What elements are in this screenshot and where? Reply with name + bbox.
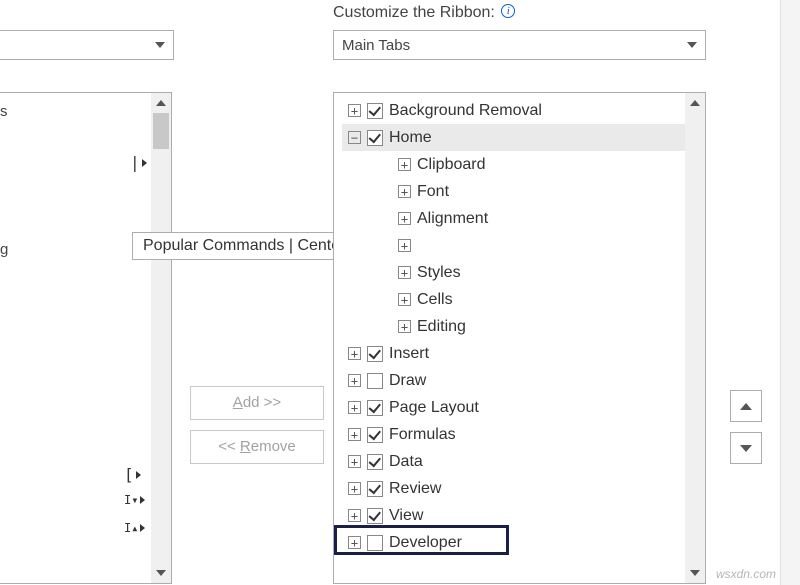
tree-item-label: Page Layout (389, 399, 479, 417)
remove-button[interactable]: << Remove (190, 430, 324, 464)
expand-icon[interactable]: + (348, 374, 361, 387)
collapse-icon[interactable]: − (348, 131, 361, 144)
choose-commands-dropdown[interactable] (0, 30, 174, 60)
expand-icon[interactable]: + (348, 347, 361, 360)
tree-item-r[interactable]: +r (342, 232, 705, 259)
page-scrollbar[interactable] (780, 0, 800, 585)
scrollbar-track[interactable] (151, 93, 171, 583)
tree-item-home[interactable]: − Home (342, 124, 705, 151)
tree-item-label: Clipboard (417, 156, 485, 174)
checkbox[interactable] (367, 346, 383, 362)
expand-icon[interactable]: + (398, 266, 411, 279)
tree-item-font[interactable]: + Font (342, 178, 705, 205)
expand-icon[interactable]: + (348, 509, 361, 522)
expand-icon[interactable]: + (348, 455, 361, 468)
tree-item-label: Styles (417, 264, 461, 282)
checkbox[interactable] (367, 373, 383, 389)
chevron-down-icon (155, 42, 165, 48)
tree-item-cells[interactable]: + Cells (342, 286, 705, 313)
tree-item-draw[interactable]: + Draw (342, 367, 705, 394)
tree-item-insert[interactable]: + Insert (342, 340, 705, 367)
move-up-button[interactable] (730, 390, 762, 422)
scroll-up-icon[interactable] (685, 93, 705, 113)
tree-item-label: Editing (417, 318, 466, 336)
tree-item-background-removal[interactable]: + Background Removal (342, 97, 705, 124)
command-glyph: I▴ (124, 521, 145, 535)
tree-item-label: Background Removal (389, 102, 542, 120)
watermark: wsxdn.com (716, 567, 776, 581)
checkbox[interactable] (367, 103, 383, 119)
move-down-button[interactable] (730, 432, 762, 464)
expand-icon[interactable]: + (398, 185, 411, 198)
info-icon[interactable]: i (501, 4, 515, 18)
tree-item-styles[interactable]: + Styles (342, 259, 705, 286)
ribbon-scope-value: Main Tabs (342, 37, 687, 54)
tree-item-label: Insert (389, 345, 429, 363)
scrollbar-thumb[interactable] (153, 113, 169, 149)
add-button[interactable]: Add >> (190, 386, 324, 420)
expand-icon[interactable]: + (398, 293, 411, 306)
tree-item-review[interactable]: + Review (342, 475, 705, 502)
ribbon-tree[interactable]: +Background Removal−Home+Clipboard+Font+… (333, 92, 706, 584)
tree-item-alignment[interactable]: + Alignment (342, 205, 705, 232)
tree-item-label: Developer (389, 534, 462, 552)
tree-item-developer[interactable]: + Developer (342, 529, 705, 556)
tree-item-label: Formulas (389, 426, 456, 444)
tree-item-label: Cells (417, 291, 453, 309)
checkbox[interactable] (367, 427, 383, 443)
tree-item-editing[interactable]: + Editing (342, 313, 705, 340)
remove-label: << (218, 438, 240, 455)
expand-icon[interactable]: + (398, 158, 411, 171)
chevron-down-icon (687, 42, 697, 48)
tree-item-page-layout[interactable]: + Page Layout (342, 394, 705, 421)
tree-item-view[interactable]: + View (342, 502, 705, 529)
expand-icon[interactable]: + (348, 536, 361, 549)
customize-ribbon-label: Customize the Ribbon: i (333, 4, 515, 22)
add-label: dd >> (243, 394, 281, 411)
expand-icon[interactable]: + (348, 482, 361, 495)
ribbon-scope-dropdown[interactable]: Main Tabs (333, 30, 706, 60)
tree-root: +Background Removal−Home+Clipboard+Font+… (334, 93, 705, 556)
expand-icon[interactable]: + (398, 239, 411, 252)
command-glyph: [ (124, 465, 141, 484)
checkbox[interactable] (367, 400, 383, 416)
list-item[interactable]: s (0, 99, 149, 123)
command-glyph: | (130, 153, 147, 172)
commands-listbox[interactable]: s g | [ I▾ I▴ (0, 92, 172, 584)
tree-item-label: Draw (389, 372, 426, 390)
tree-item-label: View (389, 507, 423, 525)
tree-item-data[interactable]: + Data (342, 448, 705, 475)
scroll-up-icon[interactable] (151, 93, 171, 113)
expand-icon[interactable]: + (348, 428, 361, 441)
checkbox[interactable] (367, 454, 383, 470)
tree-item-label: Review (389, 480, 441, 498)
expand-icon[interactable]: + (348, 104, 361, 117)
tree-item-label: Font (417, 183, 449, 201)
checkbox[interactable] (367, 508, 383, 524)
tree-item-label: Alignment (417, 210, 488, 228)
expand-icon[interactable]: + (398, 212, 411, 225)
tree-item-clipboard[interactable]: + Clipboard (342, 151, 705, 178)
checkbox[interactable] (367, 130, 383, 146)
tree-item-formulas[interactable]: + Formulas (342, 421, 705, 448)
customize-ribbon-label-text: Customize the Ribbon: (333, 4, 495, 21)
command-glyph: I▾ (124, 493, 145, 507)
tree-item-label: Data (389, 453, 423, 471)
scroll-down-icon[interactable] (151, 563, 171, 583)
scrollbar-track[interactable] (685, 93, 705, 583)
list-item[interactable]: g (0, 237, 149, 261)
checkbox[interactable] (367, 535, 383, 551)
expand-icon[interactable]: + (398, 320, 411, 333)
list-item-label: g (0, 241, 8, 258)
checkbox[interactable] (367, 481, 383, 497)
expand-icon[interactable]: + (348, 401, 361, 414)
tree-item-label: Home (389, 129, 432, 147)
scroll-down-icon[interactable] (685, 563, 705, 583)
list-item-label: s (0, 103, 8, 120)
